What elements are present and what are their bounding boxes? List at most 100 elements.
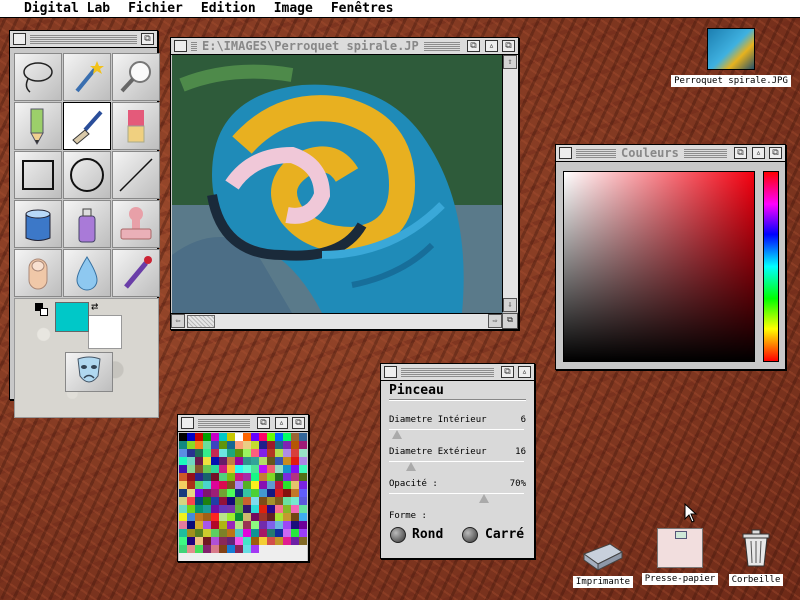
menu-image[interactable]: Image xyxy=(274,1,313,16)
palette-swatch[interactable] xyxy=(195,489,203,497)
hue-slider[interactable] xyxy=(763,171,779,362)
palette-swatch[interactable] xyxy=(219,529,227,537)
palette-swatch[interactable] xyxy=(299,537,307,545)
palette-swatch[interactable] xyxy=(283,521,291,529)
palette-swatch[interactable] xyxy=(275,545,283,553)
palette-swatch[interactable] xyxy=(179,537,187,545)
palette-swatch[interactable] xyxy=(211,457,219,465)
palette-swatch[interactable] xyxy=(211,465,219,473)
palette-swatch[interactable] xyxy=(251,553,259,561)
palette-swatch[interactable] xyxy=(179,465,187,473)
palette-swatch[interactable] xyxy=(179,521,187,529)
palette-swatch[interactable] xyxy=(259,513,267,521)
palette-swatch[interactable] xyxy=(291,505,299,513)
resize-box[interactable]: ⧉ xyxy=(502,40,515,52)
palette-swatch[interactable] xyxy=(267,441,275,449)
palette-swatch[interactable] xyxy=(203,473,211,481)
palette-swatch[interactable] xyxy=(179,433,187,441)
palette-swatch[interactable] xyxy=(283,537,291,545)
palette-swatch[interactable] xyxy=(267,481,275,489)
zoom-up-box[interactable]: ▵ xyxy=(275,417,288,429)
opacity-thumb[interactable] xyxy=(478,494,489,503)
palette-swatch[interactable] xyxy=(243,497,251,505)
palette-swatch[interactable] xyxy=(211,441,219,449)
trash-icon[interactable]: Corbeille xyxy=(726,526,786,586)
palette-swatch[interactable] xyxy=(219,441,227,449)
palette-swatch[interactable] xyxy=(227,489,235,497)
palette-swatch[interactable] xyxy=(299,449,307,457)
palette-swatch[interactable] xyxy=(267,545,275,553)
shape-round-radio[interactable] xyxy=(390,527,406,543)
spray-can-tool[interactable] xyxy=(63,200,111,248)
palette-swatch[interactable] xyxy=(235,441,243,449)
palette-swatch[interactable] xyxy=(211,497,219,505)
palette-swatch[interactable] xyxy=(195,433,203,441)
palette-swatch[interactable] xyxy=(227,433,235,441)
palette-swatch[interactable] xyxy=(291,489,299,497)
palette-swatch[interactable] xyxy=(251,545,259,553)
close-box[interactable] xyxy=(13,33,26,45)
palette-swatch[interactable] xyxy=(227,497,235,505)
palette-swatch[interactable] xyxy=(211,545,219,553)
palette-swatch[interactable] xyxy=(235,497,243,505)
palette-swatch[interactable] xyxy=(283,473,291,481)
palette-swatch[interactable] xyxy=(299,513,307,521)
palette-swatch[interactable] xyxy=(187,529,195,537)
palette-swatch[interactable] xyxy=(291,537,299,545)
palette-swatch[interactable] xyxy=(179,481,187,489)
palette-swatch[interactable] xyxy=(299,505,307,513)
palette-swatch[interactable] xyxy=(291,529,299,537)
menu-fenetres[interactable]: Fenêtres xyxy=(331,1,394,16)
palette-swatch[interactable] xyxy=(267,505,275,513)
collapse-box[interactable]: ⧉ xyxy=(467,40,480,52)
palette-swatch[interactable] xyxy=(275,521,283,529)
palette-swatch[interactable] xyxy=(195,457,203,465)
palette-swatch[interactable] xyxy=(219,481,227,489)
palette-swatch[interactable] xyxy=(251,537,259,545)
palette-swatch[interactable] xyxy=(251,481,259,489)
close-box[interactable] xyxy=(174,40,187,52)
palette-swatch[interactable] xyxy=(179,449,187,457)
palette-swatch[interactable] xyxy=(275,433,283,441)
collapse-box[interactable]: ⧉ xyxy=(257,417,270,429)
palette-swatch[interactable] xyxy=(195,513,203,521)
palette-swatch[interactable] xyxy=(291,473,299,481)
palette-swatch[interactable] xyxy=(195,481,203,489)
desktop-file-icon[interactable]: Perroquet spirale.JPG xyxy=(667,28,795,87)
palette-swatch[interactable] xyxy=(227,537,235,545)
palette-swatch[interactable] xyxy=(259,481,267,489)
palette-titlebar[interactable]: ⧉ ▵ ⧉ xyxy=(178,415,308,432)
mask-mode-button[interactable] xyxy=(65,352,113,392)
palette-swatch[interactable] xyxy=(267,457,275,465)
palette-swatch[interactable] xyxy=(195,473,203,481)
palette-swatch[interactable] xyxy=(235,489,243,497)
palette-swatch[interactable] xyxy=(195,505,203,513)
palette-swatch[interactable] xyxy=(187,553,195,561)
collapse-box[interactable]: ⧉ xyxy=(501,366,514,378)
palette-swatch[interactable] xyxy=(299,553,307,561)
palette-swatch[interactable] xyxy=(195,521,203,529)
palette-swatch[interactable] xyxy=(235,529,243,537)
paint-bucket-tool[interactable] xyxy=(14,200,62,248)
palette-swatch[interactable] xyxy=(203,449,211,457)
stamp-tool[interactable] xyxy=(112,200,160,248)
scroll-right-arrow-icon[interactable]: ⇨ xyxy=(488,314,502,328)
palette-swatch[interactable] xyxy=(275,497,283,505)
palette-swatch[interactable] xyxy=(195,465,203,473)
palette-swatch[interactable] xyxy=(235,545,243,553)
resize-box[interactable]: ⧉ xyxy=(292,417,305,429)
size-box-icon[interactable]: ⧉ xyxy=(502,313,518,329)
palette-swatch[interactable] xyxy=(243,449,251,457)
tools-titlebar[interactable]: ⧉ xyxy=(10,31,157,48)
palette-swatch[interactable] xyxy=(275,473,283,481)
palette-swatch[interactable] xyxy=(187,497,195,505)
swap-colors-icon[interactable]: ⇄ xyxy=(91,299,98,313)
palette-swatch[interactable] xyxy=(219,513,227,521)
palette-swatch[interactable] xyxy=(251,513,259,521)
palette-swatch[interactable] xyxy=(275,465,283,473)
palette-swatch[interactable] xyxy=(227,457,235,465)
palette-swatch[interactable] xyxy=(299,433,307,441)
palette-swatch[interactable] xyxy=(267,497,275,505)
palette-swatch[interactable] xyxy=(275,537,283,545)
color-palette-grid[interactable] xyxy=(179,433,307,561)
